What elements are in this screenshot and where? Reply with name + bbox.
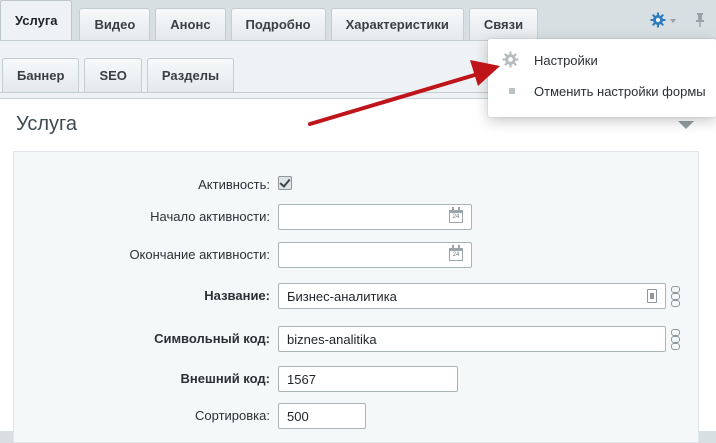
chevron-down-icon <box>670 19 676 23</box>
tabs-row-main: Услуга Видео Анонс Подробно Характеристи… <box>0 0 543 40</box>
tab-usluga[interactable]: Услуга <box>0 0 73 40</box>
section-title: Услуга <box>16 113 78 135</box>
calendar-icon[interactable]: 24 <box>449 245 463 261</box>
field-xmlid-row: Внешний код: 1567 <box>14 366 698 392</box>
xmlid-input[interactable]: 1567 <box>278 366 458 392</box>
tab-svyazi[interactable]: Связи <box>468 8 539 40</box>
link-chain-icon[interactable] <box>670 285 680 307</box>
form-settings-button[interactable] <box>650 12 684 30</box>
tab-anons[interactable]: Анонс <box>155 8 226 40</box>
tab-harakteristiki[interactable]: Характеристики <box>330 8 464 40</box>
field-end-row: Окончание активности: 24 <box>14 242 698 268</box>
field-start-row: Начало активности: 24 <box>14 204 698 230</box>
link-chain-icon[interactable] <box>670 328 680 350</box>
gear-icon <box>502 51 519 68</box>
field-active-row: Активность: <box>14 172 698 198</box>
xmlid-label: Внешний код: <box>180 371 270 386</box>
xmlid-value: 1567 <box>287 371 316 387</box>
tab-podrobno[interactable]: Подробно <box>230 8 326 40</box>
start-label: Начало активности: <box>150 209 270 224</box>
tab-seo[interactable]: SEO <box>84 58 142 92</box>
translit-icon[interactable] <box>647 289 657 303</box>
pin-icon[interactable] <box>694 12 706 28</box>
menu-item-reset-label: Отменить настройки формы <box>534 83 706 99</box>
code-label: Символьный код: <box>154 331 270 346</box>
tab-banner[interactable]: Баннер <box>2 58 80 92</box>
bullet-icon <box>509 88 515 94</box>
menu-item-reset-form-settings[interactable]: Отменить настройки формы <box>488 76 716 106</box>
menu-item-settings[interactable]: Настройки <box>488 45 716 75</box>
field-sort-row: Сортировка: 500 <box>14 403 698 429</box>
code-input[interactable]: biznes-analitika <box>278 326 666 352</box>
tabs-row-secondary: Баннер SEO Разделы <box>0 52 239 92</box>
settings-dropdown-menu: Настройки Отменить настройки формы <box>488 39 716 117</box>
form-fields: Активность: Начало активности: 24 Оконча… <box>13 151 699 443</box>
field-code-row: Символьный код: biznes-analitika <box>14 326 698 352</box>
gear-icon <box>650 12 666 28</box>
form-content: Услуга Активность: Начало активности: 24… <box>0 98 716 443</box>
sort-input[interactable]: 500 <box>278 403 366 429</box>
end-label: Окончание активности: <box>129 247 270 262</box>
menu-item-settings-label: Настройки <box>534 52 598 68</box>
name-label: Название: <box>204 288 270 303</box>
tab-razdely[interactable]: Разделы <box>146 58 235 92</box>
end-date-input[interactable]: 24 <box>278 242 472 268</box>
start-date-input[interactable]: 24 <box>278 204 472 230</box>
collapse-toggle[interactable] <box>678 121 694 129</box>
tab-video[interactable]: Видео <box>79 8 151 40</box>
active-label: Активность: <box>198 177 270 192</box>
field-name-row: Название: Бизнес-аналитика <box>14 283 698 309</box>
code-value: biznes-analitika <box>287 331 377 347</box>
sort-label: Сортировка: <box>195 408 270 423</box>
name-input[interactable]: Бизнес-аналитика <box>278 283 666 309</box>
name-value: Бизнес-аналитика <box>287 288 397 304</box>
calendar-icon[interactable]: 24 <box>449 207 463 223</box>
sort-value: 500 <box>287 408 309 424</box>
active-checkbox[interactable] <box>278 176 292 190</box>
